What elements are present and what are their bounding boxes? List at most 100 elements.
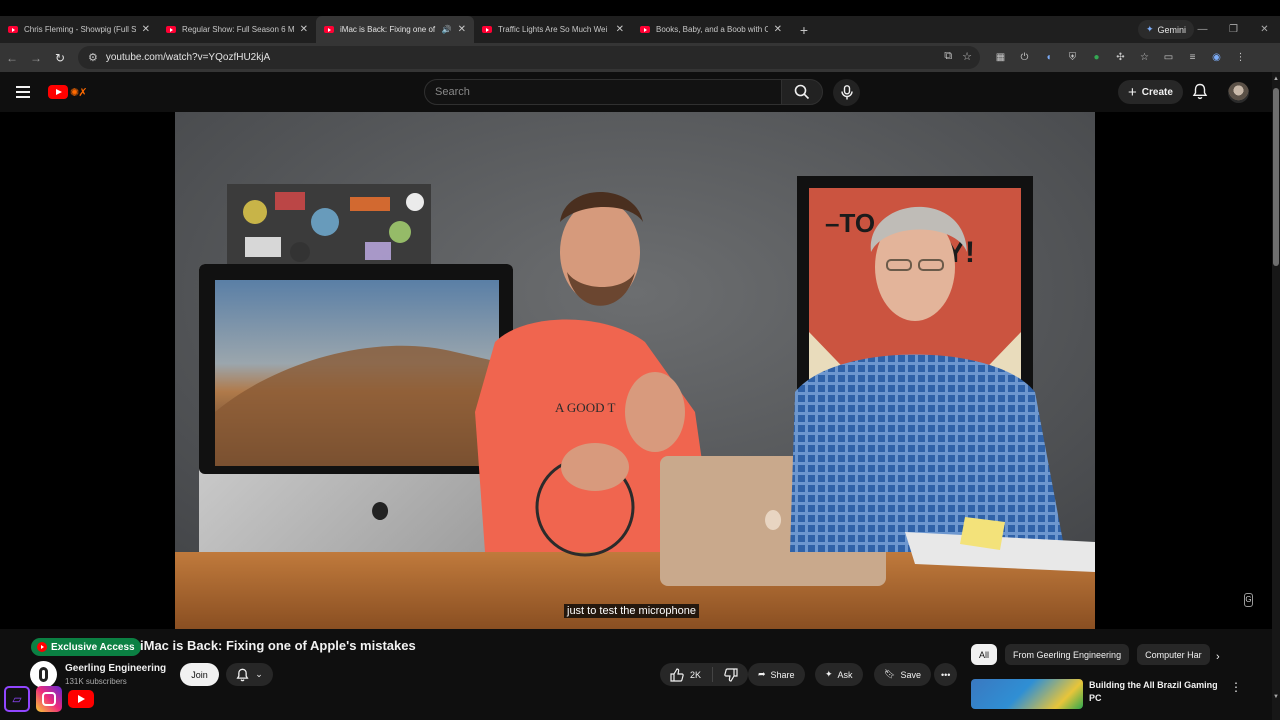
- tab-title: Chris Fleming - Showpig (Full S: [24, 25, 136, 34]
- microphone-icon: [840, 85, 853, 100]
- youtube-favicon-icon: [482, 26, 492, 33]
- tab-title: Books, Baby, and a Boob with C: [656, 25, 768, 34]
- search-button[interactable]: [781, 79, 823, 105]
- thumbs-up-icon: [670, 667, 684, 682]
- create-label: Create: [1141, 86, 1173, 98]
- instagram-icon[interactable]: [36, 686, 62, 712]
- close-tab-icon[interactable]: ✕: [458, 24, 466, 35]
- share-icon: ➦: [758, 669, 766, 679]
- gemini-button[interactable]: ✦ Gemini: [1137, 20, 1194, 39]
- account-avatar[interactable]: [1228, 82, 1249, 103]
- logo-doodle-icon: ✺✗: [70, 86, 87, 99]
- youtube-header: ✺✗ Search + Create: [0, 72, 1272, 112]
- chevron-down-icon: ⌄: [255, 669, 263, 679]
- like-dislike-group: 2K: [660, 663, 749, 686]
- scroll-up-icon[interactable]: ▲: [1273, 76, 1279, 82]
- voice-search-button[interactable]: [833, 79, 860, 106]
- related-filter-chips: All From Geerling Engineering Computer H…: [971, 644, 1210, 665]
- audio-wave-icon[interactable]: ◖: [1040, 49, 1057, 66]
- install-app-icon[interactable]: ⧉: [944, 50, 952, 63]
- share-button[interactable]: ➦ Share: [748, 663, 805, 686]
- bookmark-star-icon[interactable]: ☆: [962, 50, 972, 63]
- notifications-button[interactable]: [1192, 83, 1208, 105]
- plus-icon: +: [1128, 83, 1137, 101]
- closed-caption: just to test the microphone: [564, 604, 700, 618]
- tab-1[interactable]: Regular Show: Full Season 6 M ✕: [158, 16, 316, 43]
- youtube-favicon-icon: [640, 26, 650, 33]
- save-label: Save: [900, 669, 921, 680]
- youtube-favicon-icon: [166, 26, 176, 33]
- speaker-icon[interactable]: 🔊: [442, 25, 452, 34]
- create-button[interactable]: + Create: [1118, 80, 1183, 104]
- minimize-icon[interactable]: —: [1187, 24, 1218, 35]
- tab-2-active[interactable]: iMac is Back: Fixing one of 🔊 ✕: [316, 16, 474, 43]
- thumbs-down-icon[interactable]: [724, 667, 738, 682]
- bookmarks-icon[interactable]: ☆: [1136, 49, 1153, 66]
- youtube-favicon-icon: [324, 26, 334, 33]
- channel-avatar[interactable]: [30, 661, 57, 688]
- chip-computer-hardware[interactable]: Computer Har: [1137, 644, 1210, 665]
- search-input[interactable]: Search: [424, 79, 782, 105]
- twitch-icon[interactable]: ▱: [4, 686, 30, 712]
- share-label: Share: [770, 669, 795, 680]
- join-button[interactable]: Join: [180, 663, 219, 686]
- site-info-icon[interactable]: ⚙: [88, 51, 98, 64]
- new-tab-button[interactable]: +: [790, 22, 818, 38]
- tab-3[interactable]: Traffic Lights Are So Much Wei ✕: [474, 16, 632, 43]
- scroll-down-icon[interactable]: ▼: [1273, 694, 1279, 700]
- shield-icon[interactable]: ⛨: [1064, 49, 1081, 66]
- close-tab-icon[interactable]: ✕: [142, 24, 150, 35]
- browser-menu-icon[interactable]: ⋮: [1232, 49, 1249, 66]
- ask-button[interactable]: ✦ Ask: [815, 663, 863, 686]
- recommendation-thumbnail[interactable]: [971, 679, 1083, 709]
- chevron-right-icon[interactable]: ›: [1216, 651, 1220, 663]
- tab-title: iMac is Back: Fixing one of: [340, 25, 436, 34]
- youtube-logo[interactable]: ✺✗: [48, 85, 87, 99]
- channel-name[interactable]: Geerling Engineering: [65, 663, 166, 674]
- save-button[interactable]: 🔖︎ Save: [874, 663, 931, 686]
- svg-text:–TO: –TO: [825, 208, 875, 238]
- ask-label: Ask: [837, 669, 853, 680]
- tab-title: Regular Show: Full Season 6 M: [182, 25, 294, 34]
- subscription-notifications-button[interactable]: ⌄: [226, 663, 273, 686]
- forward-icon[interactable]: →: [24, 51, 48, 65]
- close-tab-icon[interactable]: ✕: [300, 24, 308, 35]
- video-player[interactable]: –TO Y! A GOOD T: [0, 112, 1272, 629]
- restore-icon[interactable]: ❐: [1218, 24, 1249, 35]
- channel-watermark-icon[interactable]: G: [1244, 593, 1253, 607]
- window-top-strip: [0, 0, 1280, 16]
- video-frame[interactable]: –TO Y! A GOOD T: [175, 112, 1095, 629]
- like-button[interactable]: 2K: [670, 667, 701, 682]
- page-scrollbar[interactable]: ▲ ▼: [1272, 72, 1280, 720]
- power-icon[interactable]: ⏻: [1016, 49, 1033, 66]
- media-control-icon[interactable]: ≡: [1184, 49, 1201, 66]
- badge-label: Exclusive Access: [51, 641, 135, 653]
- scrollbar-thumb[interactable]: [1273, 88, 1279, 266]
- exclusive-access-badge[interactable]: Exclusive Access: [31, 638, 141, 656]
- profile-icon[interactable]: ◉: [1208, 49, 1225, 66]
- tab-4[interactable]: Books, Baby, and a Boob with C ✕: [632, 16, 790, 43]
- chip-all[interactable]: All: [971, 644, 998, 665]
- reload-icon[interactable]: ↻: [48, 51, 72, 65]
- close-tab-icon[interactable]: ✕: [616, 24, 624, 35]
- tab-strip: Chris Fleming - Showpig (Full S ✕ Regular…: [0, 16, 1280, 43]
- reading-list-icon[interactable]: ▭: [1160, 49, 1177, 66]
- search-placeholder: Search: [435, 86, 470, 98]
- puzzle-icon[interactable]: ✣: [1112, 49, 1129, 66]
- address-bar[interactable]: ⚙ youtube.com/watch?v=YQozfHU2kjA ⧉ ☆: [78, 46, 980, 69]
- back-icon[interactable]: ←: [0, 51, 24, 65]
- recommendation-title[interactable]: Building the All Brazil Gaming PC: [1089, 679, 1219, 705]
- menu-icon[interactable]: [16, 86, 30, 101]
- tab-0[interactable]: Chris Fleming - Showpig (Full S ✕: [0, 16, 158, 43]
- close-tab-icon[interactable]: ✕: [774, 24, 782, 35]
- youtube-icon[interactable]: [68, 686, 94, 712]
- svg-text:A GOOD T: A GOOD T: [555, 400, 615, 415]
- bell-icon: [236, 668, 249, 681]
- kebab-menu-icon[interactable]: ⋮: [1230, 680, 1242, 694]
- green-extension-icon[interactable]: ●: [1088, 49, 1105, 66]
- chip-from-channel[interactable]: From Geerling Engineering: [1005, 644, 1130, 665]
- more-actions-button[interactable]: •••: [934, 663, 958, 686]
- url-text: youtube.com/watch?v=YQozfHU2kjA: [105, 52, 271, 63]
- close-window-icon[interactable]: ✕: [1249, 24, 1280, 35]
- extension-icon[interactable]: ▦: [992, 49, 1009, 66]
